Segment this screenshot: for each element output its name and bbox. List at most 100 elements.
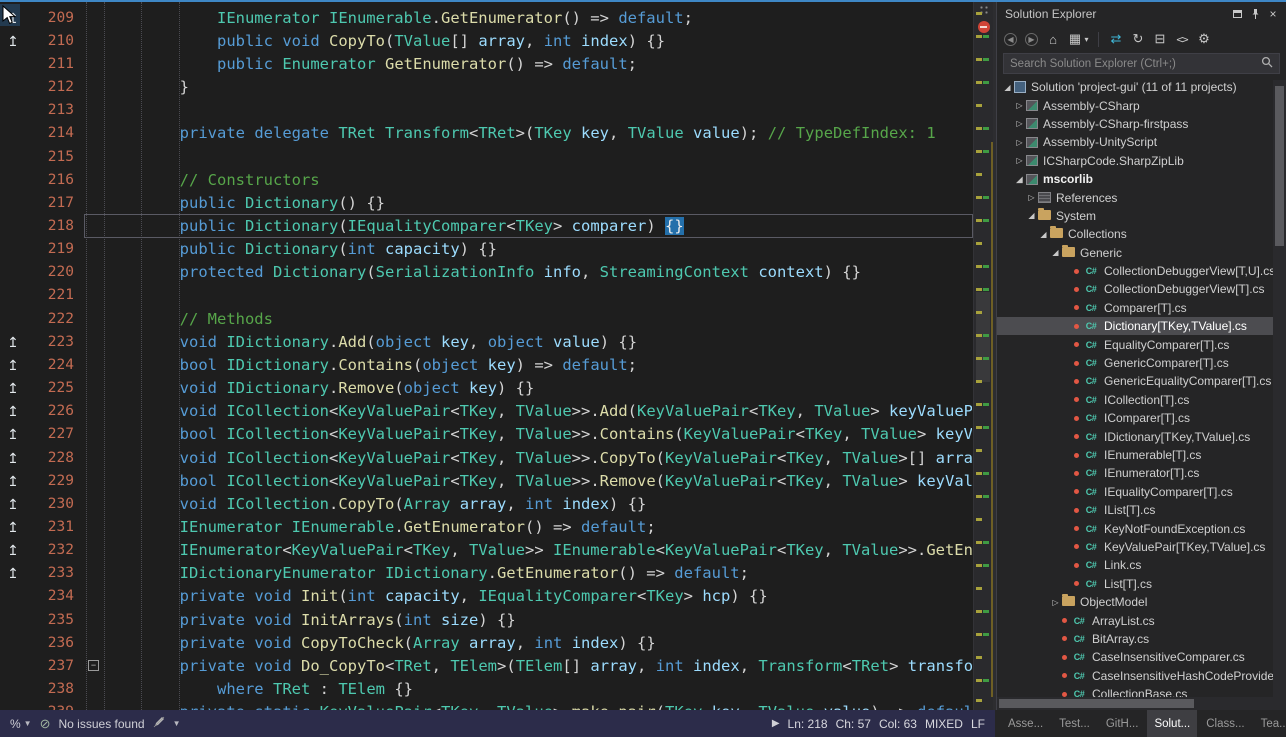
tree-item[interactable]: C#EqualityComparer[T].cs [997, 335, 1286, 353]
code-line-233[interactable]: ↥233 IDictionaryEnumerator IDictionary.G… [0, 562, 973, 585]
switch-views-caret-icon[interactable]: ▾ [1082, 29, 1091, 49]
code-text[interactable]: IEnumerator IEnumerable.GetEnumerator() … [105, 9, 972, 27]
code-text[interactable]: void IDictionary.Add(object key, object … [105, 333, 972, 351]
code-line-230[interactable]: ↥230 void ICollection.CopyTo(Array array… [0, 492, 973, 515]
line-number[interactable]: 216 [26, 172, 84, 188]
sync-with-active-document-icon[interactable]: ⇄ [1106, 29, 1126, 49]
outline-margin[interactable] [85, 447, 105, 468]
line-number[interactable]: 228 [26, 450, 84, 466]
status-column[interactable]: Col: 63 [879, 717, 917, 731]
code-text[interactable]: void ICollection<KeyValuePair<TKey, TVal… [105, 402, 972, 420]
outline-margin[interactable] [85, 76, 105, 97]
tree-item[interactable]: C#CollectionDebuggerView[T].cs [997, 280, 1286, 298]
code-editor[interactable]: ↥ 209 IEnumerator IEnumerable.GetEnumerat… [0, 2, 993, 710]
tree-item[interactable]: ▷Assembly-CSharp [997, 96, 1286, 114]
code-text[interactable]: void IDictionary.Remove(object key) {} [105, 379, 972, 397]
implements-glyph-icon[interactable]: ↥ [0, 427, 26, 441]
tree-item[interactable]: C#Link.cs [997, 556, 1286, 574]
tree-item[interactable]: C#GenericEqualityComparer[T].cs [997, 372, 1286, 390]
line-number[interactable]: 211 [26, 56, 84, 72]
outline-margin[interactable] [85, 331, 105, 352]
tree-item[interactable]: C#IEqualityComparer[T].cs [997, 483, 1286, 501]
outline-margin[interactable] [85, 516, 105, 537]
outline-margin[interactable] [85, 493, 105, 514]
status-line[interactable]: Ln: 218 [788, 717, 828, 731]
implements-glyph-icon[interactable]: ↥ [0, 474, 26, 488]
line-number[interactable]: 217 [26, 195, 84, 211]
status-play-icon[interactable]: ▶ [772, 718, 780, 729]
line-number[interactable]: 226 [26, 403, 84, 419]
outline-margin[interactable] [85, 169, 105, 190]
code-line-236[interactable]: 236 private void CopyToCheck(Array array… [0, 631, 973, 654]
expander-collapsed-icon[interactable]: ▷ [1013, 156, 1026, 165]
expander-collapsed-icon[interactable]: ▷ [1013, 101, 1026, 110]
tree-item[interactable]: ◢Generic [997, 244, 1286, 262]
code-line-219[interactable]: 219 public Dictionary(int capacity) {} [0, 238, 973, 261]
implements-glyph-icon[interactable]: ↥ [0, 404, 26, 418]
code-line-222[interactable]: 222 // Methods [0, 307, 973, 330]
tree-item[interactable]: C#GenericComparer[T].cs [997, 354, 1286, 372]
tree-item[interactable]: C#CaseInsensitiveHashCodeProvider.cs [997, 667, 1286, 685]
tool-tab-test[interactable]: Test... [1052, 710, 1097, 737]
tree-item[interactable]: C#IList[T].cs [997, 501, 1286, 519]
code-line-223[interactable]: ↥223 void IDictionary.Add(object key, ob… [0, 330, 973, 353]
outline-margin[interactable] [85, 563, 105, 584]
outline-margin[interactable] [85, 100, 105, 121]
code-text[interactable]: // Constructors [105, 171, 972, 189]
expander-expanded-icon[interactable]: ◢ [1037, 230, 1050, 239]
outline-margin[interactable] [85, 53, 105, 74]
code-text[interactable]: protected Dictionary(SerializationInfo i… [105, 263, 972, 281]
outline-margin[interactable] [85, 123, 105, 144]
outline-margin[interactable] [85, 192, 105, 213]
tree-item[interactable]: ▷Assembly-CSharp-firstpass [997, 115, 1286, 133]
zoom-control[interactable]: % ▼ [10, 717, 32, 731]
view-code-icon[interactable]: <> [1172, 29, 1192, 49]
code-line-232[interactable]: ↥232 IEnumerator<KeyValuePair<TKey, TVal… [0, 539, 973, 562]
window-position-icon[interactable] [1228, 10, 1246, 18]
tree-item[interactable]: ▷ICSharpCode.SharpZipLib [997, 152, 1286, 170]
line-number[interactable]: 209 [26, 10, 84, 26]
code-line-216[interactable]: 216 // Constructors [0, 168, 973, 191]
outline-margin[interactable] [85, 354, 105, 375]
tree-item[interactable]: C#IComparer[T].cs [997, 409, 1286, 427]
tree-item[interactable]: ◢Collections [997, 225, 1286, 243]
forward-icon[interactable]: ▶ [1025, 33, 1038, 46]
code-text[interactable]: public void CopyTo(TValue[] array, int i… [105, 32, 972, 50]
line-number[interactable]: 237 [26, 658, 84, 674]
line-number[interactable]: 222 [26, 311, 84, 327]
tree-item[interactable]: C#IDictionary[TKey,TValue].cs [997, 427, 1286, 445]
outline-margin[interactable] [85, 586, 105, 607]
tree-item[interactable]: C#IEnumerator[T].cs [997, 464, 1286, 482]
tree-item[interactable]: C#BitArray.cs [997, 630, 1286, 648]
outline-margin[interactable] [85, 540, 105, 561]
tree-item[interactable]: C#List[T].cs [997, 575, 1286, 593]
code-line-224[interactable]: ↥224 bool IDictionary.Contains(object ke… [0, 353, 973, 376]
code-text[interactable]: public Enumerator GetEnumerator() => def… [105, 55, 972, 73]
tree-item[interactable]: C#Dictionary[TKey,TValue].cs [997, 317, 1286, 335]
code-line-210[interactable]: ↥210 public void CopyTo(TValue[] array, … [0, 29, 973, 52]
implements-glyph-icon[interactable]: ↥ [0, 335, 26, 349]
line-number[interactable]: 213 [26, 102, 84, 118]
outline-margin[interactable] [85, 424, 105, 445]
tree-item[interactable]: ▷References [997, 188, 1286, 206]
search-icon[interactable] [1255, 56, 1279, 71]
outline-margin[interactable] [85, 632, 105, 653]
tree-item[interactable]: C#ICollection[T].cs [997, 391, 1286, 409]
close-icon[interactable]: × [1264, 7, 1282, 21]
line-number[interactable]: 234 [26, 588, 84, 604]
code-text[interactable]: public Dictionary() {} [105, 194, 972, 212]
expander-expanded-icon[interactable]: ◢ [1049, 248, 1062, 257]
tree-item[interactable]: ▷Assembly-UnityScript [997, 133, 1286, 151]
line-number[interactable]: 214 [26, 125, 84, 141]
outline-margin[interactable] [85, 30, 105, 51]
outline-margin[interactable] [85, 378, 105, 399]
code-line-237[interactable]: 237− private void Do_CopyTo<TRet, TElem>… [0, 654, 973, 677]
tool-tab-tea[interactable]: Tea... [1254, 710, 1286, 737]
tree-item[interactable]: ◢mscorlib [997, 170, 1286, 188]
tree-item[interactable]: ▷ObjectModel [997, 593, 1286, 611]
code-line-218[interactable]: 218 public Dictionary(IEqualityComparer<… [0, 214, 973, 237]
tool-tab-gith[interactable]: GitH... [1099, 710, 1146, 737]
code-line-213[interactable]: 213 [0, 99, 973, 122]
outline-margin[interactable] [85, 308, 105, 329]
code-line-229[interactable]: ↥229 bool ICollection<KeyValuePair<TKey,… [0, 469, 973, 492]
